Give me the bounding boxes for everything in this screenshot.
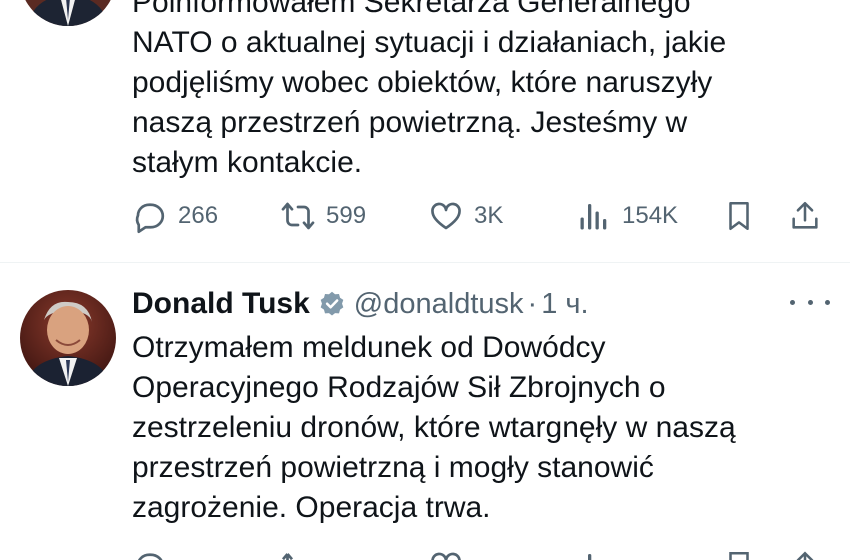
repost-count: 599 xyxy=(326,202,367,229)
tweet-divider xyxy=(0,262,850,263)
more-options-icon[interactable] xyxy=(790,292,830,312)
display-name[interactable]: Donald Tusk xyxy=(132,287,310,321)
user-handle[interactable]: @donaldtusk xyxy=(354,288,524,321)
tweet-header: Donald Tusk @donaldtusk · 1 ч. xyxy=(132,283,589,325)
tweet-text-line: podjęliśmy wobec obiektów, które naruszy… xyxy=(132,66,713,99)
timeline: Poinformowałem Sekretarza Generalnego NA… xyxy=(0,0,850,560)
tweet-text-line: NATO o aktualnej sytuacji i działaniach,… xyxy=(132,26,727,59)
views-icon[interactable] xyxy=(576,548,612,560)
tweet-text-line: przestrzeń powietrzną i mogły stanowić xyxy=(132,451,654,484)
tweet-text: Poinformowałem Sekretarza Generalnego NA… xyxy=(132,0,726,183)
tweet-timestamp[interactable]: 1 ч. xyxy=(541,288,588,321)
bookmark-icon[interactable] xyxy=(722,548,756,560)
tweet-text-line: zagrożenie. Operacja trwa. xyxy=(132,491,491,524)
like-button[interactable]: 3K xyxy=(428,190,503,242)
tweet-text-line: Operacyjnego Rodzajów Sił Zbrojnych o xyxy=(132,371,666,404)
avatar[interactable] xyxy=(20,0,116,26)
tweet-text-line: naszą przestrzeń powietrzną. Jesteśmy w xyxy=(132,106,688,139)
repost-button[interactable]: 599 xyxy=(280,190,366,242)
like-count: 3K xyxy=(474,202,504,229)
avatar[interactable] xyxy=(20,290,116,386)
tweet-text: Otrzymałem meldunek od Dowódcy Operacyjn… xyxy=(132,328,736,528)
bookmark-icon xyxy=(722,198,756,234)
tweet-text-line: stałym kontakcie. xyxy=(132,146,363,179)
reply-button[interactable]: 266 xyxy=(132,190,218,242)
reply-count: 266 xyxy=(178,202,219,229)
like-icon[interactable] xyxy=(428,548,464,560)
share-button[interactable] xyxy=(788,190,822,242)
like-icon xyxy=(428,198,464,234)
repost-icon xyxy=(280,198,316,234)
tweet-text-line: Poinformowałem Sekretarza Generalnego xyxy=(132,0,691,19)
views-count: 154K xyxy=(622,202,679,229)
tweet-text-line: Otrzymałem meldunek od Dowódcy xyxy=(132,331,606,364)
separator-dot: · xyxy=(527,287,538,320)
reply-icon xyxy=(132,198,168,234)
share-icon[interactable] xyxy=(788,548,822,560)
views-button[interactable]: 154K xyxy=(576,190,678,242)
tweet-text-line: zestrzeleniu dronów, które wtargnęły w n… xyxy=(132,411,736,444)
tweet-actions: 266 599 3K 154K xyxy=(132,190,832,242)
verified-badge-icon[interactable] xyxy=(318,290,346,318)
reply-icon[interactable] xyxy=(132,548,168,560)
views-icon xyxy=(576,198,612,234)
repost-icon[interactable] xyxy=(280,548,316,560)
bookmark-button[interactable] xyxy=(722,190,756,242)
share-icon xyxy=(788,198,822,234)
tweet-actions xyxy=(132,548,832,560)
